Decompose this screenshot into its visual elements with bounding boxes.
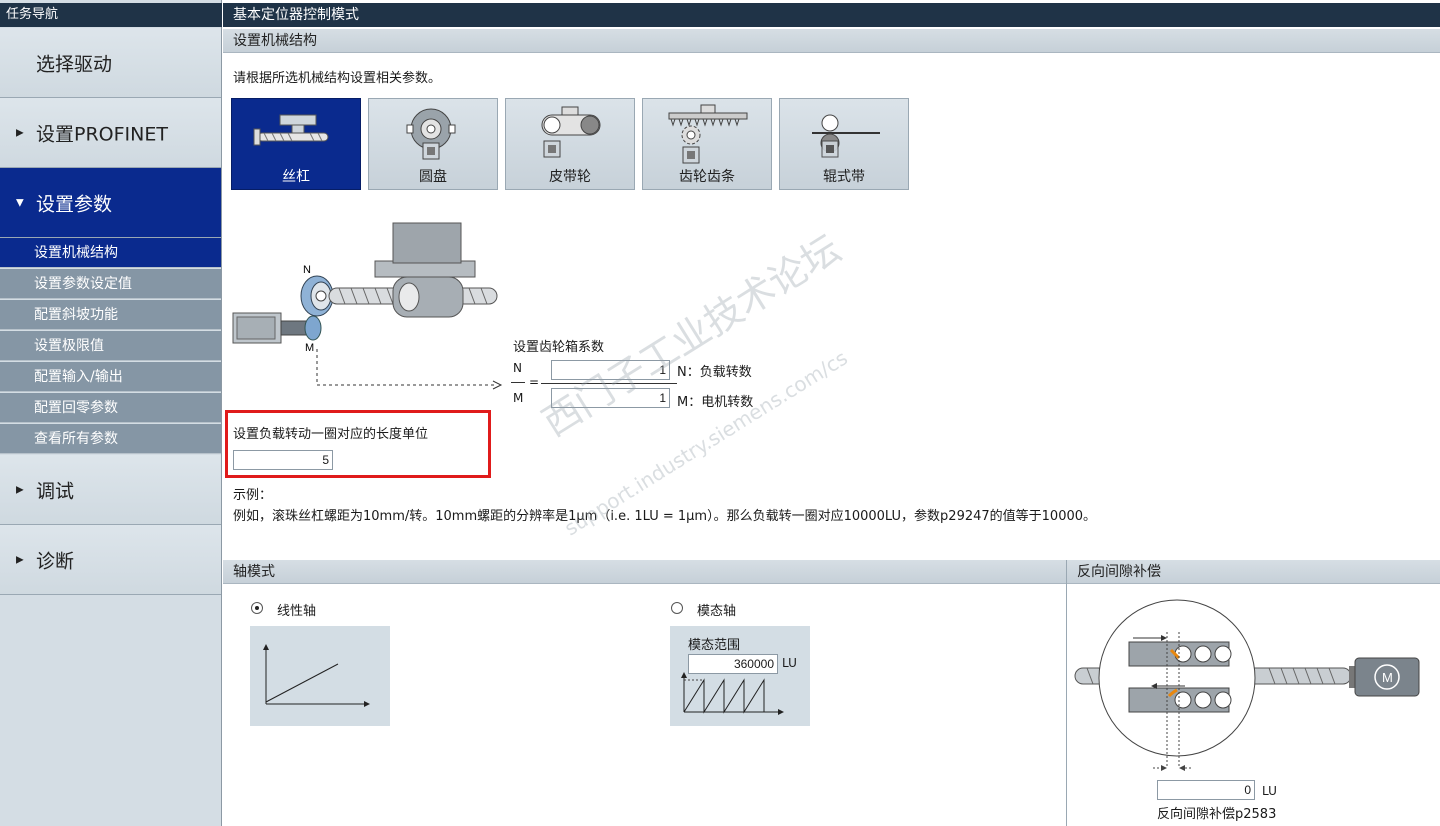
mech-type-label: 齿轮齿条 bbox=[679, 169, 735, 185]
instruction-text: 请根据所选机械结构设置相关参数。 bbox=[233, 71, 442, 86]
backlash-input[interactable]: 0 bbox=[1157, 780, 1255, 800]
rotary-table-icon bbox=[406, 108, 456, 160]
mech-type-label: 圆盘 bbox=[419, 169, 447, 185]
mech-type-label: 辊式带 bbox=[823, 169, 865, 185]
fraction-line bbox=[541, 383, 677, 384]
backlash-unit: LU bbox=[1262, 784, 1277, 798]
modulo-graph-icon bbox=[681, 672, 784, 715]
example-text: 例如，滚珠丝杠螺距为10mm/转。10mm螺距的分辨率是1μm（i.e. 1LU… bbox=[233, 509, 1097, 524]
page-title: 基本定位器控制模式 bbox=[223, 3, 1440, 27]
modulo-unit: LU bbox=[782, 656, 797, 670]
ball-screw-diagram: N M bbox=[232, 222, 503, 390]
nav-sub-limits[interactable]: 设置极限值 bbox=[0, 331, 221, 361]
nav-item-label: 调试 bbox=[36, 480, 75, 502]
mech-type-label: 皮带轮 bbox=[549, 169, 591, 185]
mech-type-rack-pinion[interactable]: 齿轮齿条 bbox=[642, 98, 772, 190]
mech-type-label: 丝杠 bbox=[282, 169, 310, 185]
nav-sub-all-params[interactable]: 查看所有参数 bbox=[0, 424, 221, 454]
task-navigation: 任务导航 选择驱动 ▶ 设置PROFINET ▼ 设置参数 设置机械结构 设置参… bbox=[0, 0, 222, 826]
section-header-backlash: 反向间隙补偿 bbox=[1067, 560, 1440, 584]
nav-item-label: 诊断 bbox=[36, 550, 75, 572]
ball-screw-icon bbox=[253, 114, 329, 146]
gearbox-n-desc: N：负载转数 bbox=[677, 365, 752, 380]
chevron-right-icon: ▶ bbox=[16, 484, 24, 495]
main-panel: 基本定位器控制模式 设置机械结构 请根据所选机械结构设置相关参数。 丝杠 圆盘 bbox=[223, 0, 1440, 826]
nav-item-select-drive[interactable]: 选择驱动 bbox=[0, 28, 221, 98]
nav-sub-mechanics[interactable]: 设置机械结构 bbox=[0, 238, 221, 268]
gearbox-n-input[interactable]: 1 bbox=[551, 360, 670, 380]
linear-axis-label: 线性轴 bbox=[277, 604, 317, 619]
example-title: 示例： bbox=[233, 488, 273, 503]
gearbox-n-symbol: N bbox=[513, 361, 522, 375]
modulo-axis-label: 模态轴 bbox=[697, 604, 737, 619]
nav-sub-setpoint[interactable]: 设置参数设定值 bbox=[0, 269, 221, 299]
modulo-range-label: 模态范围 bbox=[688, 638, 741, 653]
linear-axis-graphic bbox=[250, 626, 390, 726]
roller-belt-icon bbox=[812, 114, 880, 158]
gearbox-title: 设置齿轮箱系数 bbox=[513, 340, 605, 355]
length-unit-input[interactable]: 5 bbox=[233, 450, 333, 470]
gearbox-m-desc: M：电机转数 bbox=[677, 395, 754, 410]
mech-type-roller-belt[interactable]: 辊式带 bbox=[779, 98, 909, 190]
nav-item-profinet[interactable]: ▶ 设置PROFINET bbox=[0, 98, 221, 168]
nav-item-commissioning[interactable]: ▶ 调试 bbox=[0, 455, 221, 525]
length-unit-label: 设置负载转动一圈对应的长度单位 bbox=[233, 427, 429, 442]
chevron-right-icon: ▶ bbox=[16, 554, 24, 565]
nav-item-label: 设置PROFINET bbox=[36, 123, 168, 145]
nav-title: 任务导航 bbox=[0, 3, 222, 27]
mech-type-rotary-table[interactable]: 圆盘 bbox=[368, 98, 498, 190]
fraction-line bbox=[511, 382, 525, 383]
gearbox-equals: = bbox=[529, 375, 540, 389]
belt-pulley-icon bbox=[541, 106, 601, 158]
modulo-axis-radio[interactable] bbox=[671, 602, 683, 614]
gearbox-m-symbol: M bbox=[513, 391, 524, 405]
backlash-caption: 反向间隙补偿p2583 bbox=[1157, 807, 1277, 822]
nav-item-label: 选择驱动 bbox=[36, 53, 113, 75]
diagram-label-n: N bbox=[303, 264, 311, 276]
chevron-down-icon: ▼ bbox=[16, 197, 24, 208]
nav-item-parameters[interactable]: ▼ 设置参数 bbox=[0, 168, 221, 238]
diagram-label-m: M bbox=[305, 342, 314, 354]
gearbox-m-input[interactable]: 1 bbox=[551, 388, 670, 408]
nav-sub-ramp[interactable]: 配置斜坡功能 bbox=[0, 300, 221, 330]
nav-sub-homing[interactable]: 配置回零参数 bbox=[0, 393, 221, 423]
rack-pinion-icon bbox=[668, 104, 748, 164]
modulo-axis-graphic: 模态范围 360000 LU bbox=[670, 626, 810, 726]
chevron-right-icon: ▶ bbox=[16, 127, 24, 138]
section-header-mechanics: 设置机械结构 bbox=[223, 29, 1440, 53]
mech-type-belt-pulley[interactable]: 皮带轮 bbox=[505, 98, 635, 190]
section-header-axis-mode: 轴模式 bbox=[223, 560, 1066, 584]
linear-axis-radio[interactable] bbox=[251, 602, 263, 614]
nav-sub-io[interactable]: 配置输入/输出 bbox=[0, 362, 221, 392]
nav-item-label: 设置参数 bbox=[36, 193, 113, 215]
backlash-diagram: M bbox=[1074, 599, 1420, 771]
motor-symbol: M bbox=[1382, 670, 1393, 685]
mech-type-ball-screw[interactable]: 丝杠 bbox=[231, 98, 361, 190]
nav-item-diagnostics[interactable]: ▶ 诊断 bbox=[0, 525, 221, 595]
divider bbox=[1066, 560, 1067, 826]
linear-graph-icon bbox=[263, 644, 370, 707]
